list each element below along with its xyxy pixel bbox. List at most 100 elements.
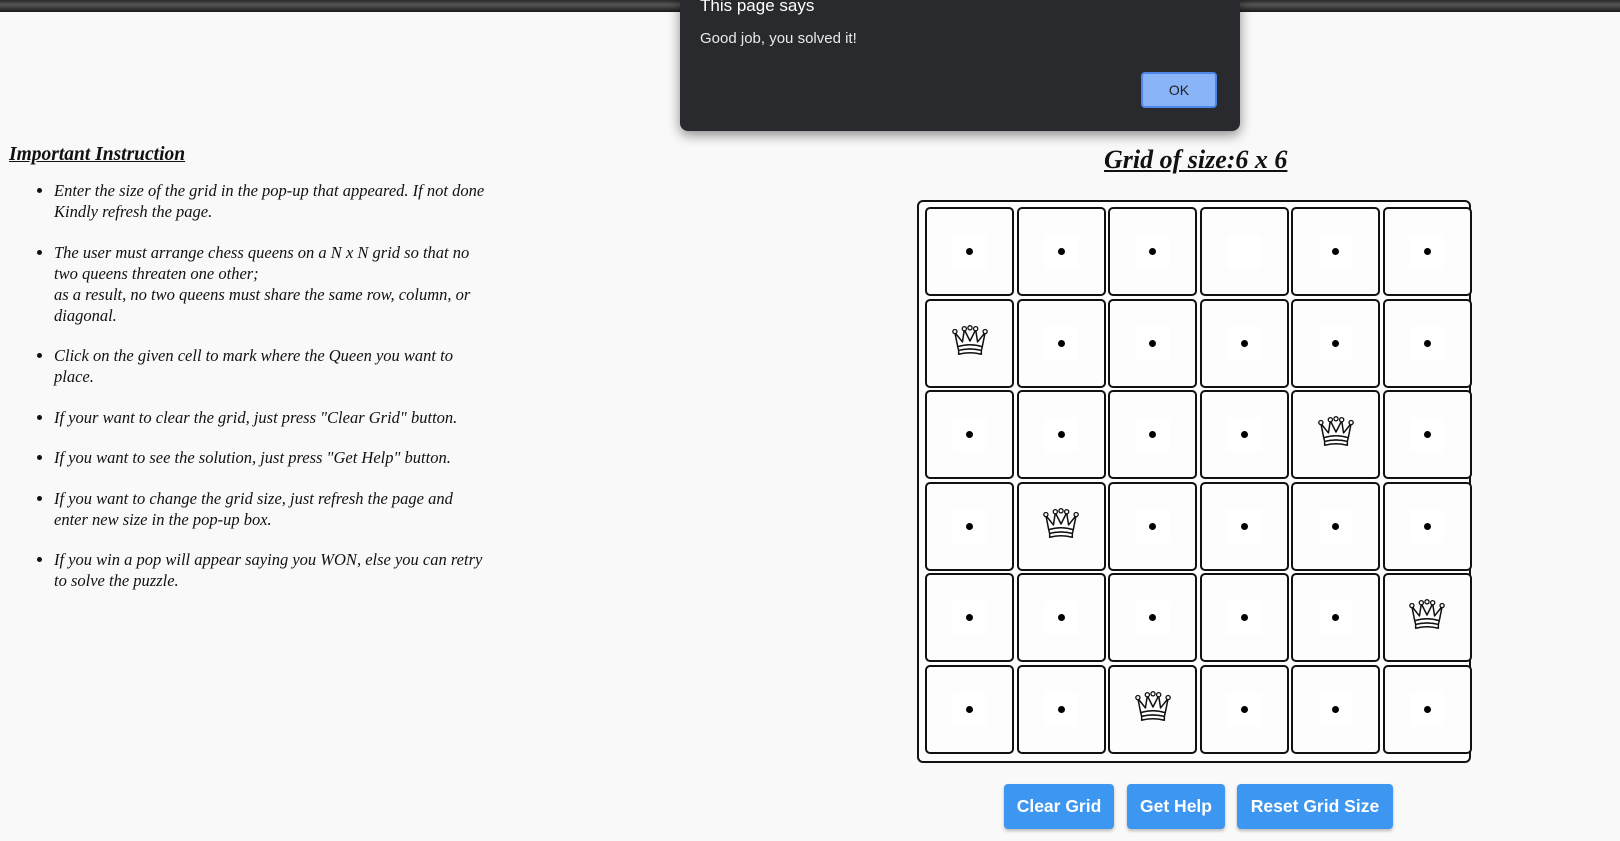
cell-marker — [1410, 326, 1444, 360]
dot-icon — [1240, 705, 1248, 713]
cell-marker — [1318, 692, 1353, 726]
grid-cell[interactable] — [925, 298, 1014, 388]
grid-title: Grid of size:6 x 6 — [1104, 145, 1288, 174]
grid-cell[interactable] — [1382, 298, 1472, 388]
grid-cell[interactable] — [1016, 573, 1106, 662]
dialog-title: This page says — [700, 0, 815, 15]
cell-marker — [1318, 326, 1353, 360]
grid-cell[interactable] — [925, 481, 1014, 571]
instruction-item: If you want to change the grid size, jus… — [54, 488, 499, 530]
instruction-item: If you want to see the solution, just pr… — [54, 447, 499, 468]
grid-cell[interactable] — [1016, 390, 1106, 479]
queen-icon — [1317, 415, 1355, 454]
dot-icon — [966, 614, 973, 621]
grid-cell[interactable] — [1199, 664, 1289, 754]
dot-icon — [1057, 705, 1065, 713]
queens-board — [917, 200, 1472, 763]
dot-icon — [1240, 431, 1248, 438]
cell-marker — [1135, 509, 1170, 543]
grid-cell[interactable] — [1382, 481, 1472, 571]
dot-icon — [1149, 339, 1156, 347]
grid-cell[interactable] — [1291, 481, 1380, 571]
grid-cell[interactable] — [1291, 573, 1380, 662]
grid-cell[interactable] — [1108, 298, 1197, 388]
grid-cell[interactable] — [1382, 664, 1472, 754]
cell-marker — [1044, 600, 1078, 635]
grid-cell[interactable] — [925, 207, 1014, 296]
cell-marker — [1227, 509, 1261, 543]
reset-grid-size-button[interactable]: Reset Grid Size — [1237, 784, 1393, 829]
dot-icon — [966, 705, 973, 713]
grid-cell[interactable] — [1199, 481, 1289, 571]
dot-icon — [1423, 522, 1431, 530]
instruction-item: If you win a pop will appear saying you … — [54, 549, 499, 591]
grid-cell[interactable] — [1382, 207, 1472, 296]
cell-marker — [1318, 234, 1353, 269]
get-help-button[interactable]: Get Help — [1127, 784, 1225, 829]
dot-icon — [966, 248, 973, 255]
instruction-text: If you want to change the grid size, jus… — [54, 488, 453, 529]
cell-marker — [1227, 692, 1261, 726]
cell-marker — [1227, 417, 1261, 452]
grid-cell[interactable] — [1108, 481, 1197, 571]
grid-cell[interactable] — [925, 390, 1014, 479]
grid-cell[interactable] — [925, 573, 1014, 662]
grid-cell[interactable] — [1016, 298, 1106, 388]
dot-icon — [1149, 614, 1156, 621]
dot-icon — [1057, 431, 1065, 438]
instruction-item: The user must arrange chess queens on a … — [54, 242, 499, 326]
grid-cell[interactable] — [1382, 573, 1472, 662]
grid-cell[interactable] — [1291, 390, 1380, 479]
grid-cell[interactable] — [1108, 664, 1197, 754]
cell-marker — [1410, 509, 1444, 543]
dot-icon — [966, 522, 973, 530]
dot-icon — [1332, 248, 1339, 255]
grid-cell[interactable] — [1108, 573, 1197, 662]
grid-cell[interactable] — [1382, 390, 1472, 479]
dot-icon — [1240, 522, 1248, 530]
instruction-item: If your want to clear the grid, just pre… — [54, 407, 499, 428]
grid-cell[interactable] — [1016, 481, 1106, 571]
queen-icon — [1408, 598, 1446, 637]
dot-icon — [966, 431, 973, 438]
instruction-text: as a result, no two queens must share th… — [54, 284, 471, 325]
cell-marker — [1135, 234, 1170, 269]
grid-cell[interactable] — [1199, 207, 1289, 296]
cell-marker — [1227, 326, 1261, 360]
grid-cell[interactable] — [925, 664, 1014, 754]
grid-cell[interactable] — [1108, 390, 1197, 479]
grid-cell[interactable] — [1108, 207, 1197, 296]
clear-grid-button[interactable]: Clear Grid — [1004, 784, 1114, 829]
dot-icon — [1423, 431, 1431, 438]
cell-marker — [1227, 234, 1261, 269]
grid-cell[interactable] — [1199, 573, 1289, 662]
dot-icon — [1332, 339, 1339, 347]
cell-marker — [1318, 509, 1353, 543]
queen-icon — [1134, 690, 1172, 729]
grid-cell[interactable] — [1291, 664, 1380, 754]
dot-icon — [1423, 705, 1431, 713]
instructions-list: Enter the size of the grid in the pop-up… — [9, 180, 499, 591]
cell-marker — [1044, 692, 1078, 726]
dot-icon — [1423, 339, 1431, 347]
grid-cell[interactable] — [1016, 207, 1106, 296]
instruction-text: Enter the size of the grid in the pop-up… — [54, 181, 485, 221]
dot-icon — [1240, 614, 1248, 621]
queen-icon — [1042, 507, 1080, 546]
grid-cell[interactable] — [1291, 207, 1380, 296]
cell-marker — [1410, 417, 1444, 452]
dot-icon — [1149, 522, 1156, 530]
grid-cell[interactable] — [1199, 390, 1289, 479]
dialog-ok-button[interactable]: OK — [1141, 72, 1217, 108]
cell-marker — [952, 234, 987, 269]
dot-icon — [1332, 522, 1339, 530]
instruction-text: If your want to clear the grid, just pre… — [54, 407, 458, 427]
grid-cell[interactable] — [1016, 664, 1106, 754]
cell-marker — [952, 692, 987, 726]
dot-icon — [1057, 248, 1065, 255]
dialog-message: Good job, you solved it! — [700, 30, 857, 47]
instruction-text: If you want to see the solution, just pr… — [54, 448, 451, 467]
grid-cell[interactable] — [1199, 298, 1289, 388]
alert-dialog: This page says Good job, you solved it! … — [680, 0, 1240, 131]
grid-cell[interactable] — [1291, 298, 1380, 388]
